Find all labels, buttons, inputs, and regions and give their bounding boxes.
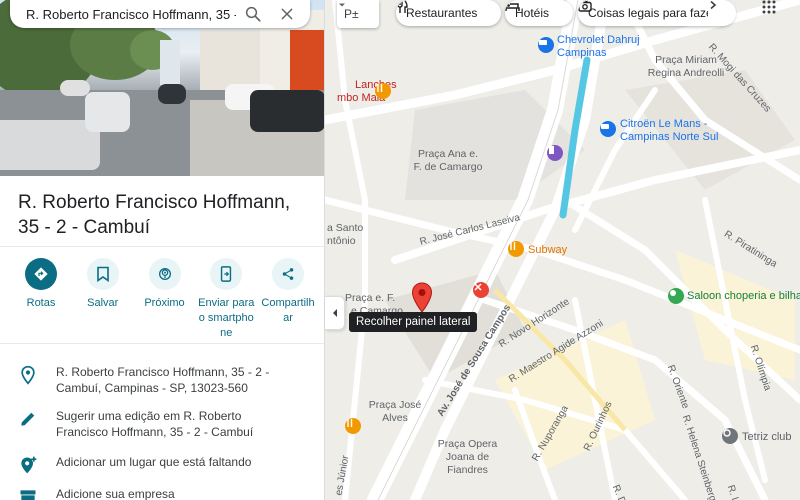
bar-pin[interactable] [668,288,684,304]
fork-knife-icon [377,84,383,92]
nearby-button[interactable]: Próximo [136,258,194,341]
search-icon [245,6,261,22]
pencil-icon [21,412,35,426]
restaurant-pin[interactable] [508,241,524,257]
place-title: R. Roberto Francisco Hoffmann, 35 - 2 - … [18,192,291,238]
praca-miriam-label: Praça Miriam Regina Andreolli [647,54,725,79]
send-to-phone-icon [221,266,232,282]
location-marker-icon[interactable] [411,282,433,314]
subway-label[interactable]: Subway [528,244,567,257]
restaurant-pin[interactable] [345,418,361,434]
shopping-pin[interactable] [473,282,489,298]
shopping-icon [474,283,482,291]
dropdown-icon [339,3,345,7]
nearby-icon [158,268,171,280]
praca-jose-label: Praça José Alves [368,399,422,424]
tetriz-label[interactable]: Tetriz club [742,431,792,444]
club-icon [723,429,731,437]
business-icon [20,490,36,500]
tooltip: Recolher painel lateral [349,312,478,332]
send-to-phone-button[interactable]: Enviar para o smartphone [197,258,255,341]
location-pin-icon [21,365,35,385]
map-canvas[interactable]: R. Mogi das Cruzes R. José Carlos Laseiv… [325,0,800,500]
add-location-icon [21,456,37,474]
chip-restaurants[interactable]: Restaurantes [396,0,501,26]
add-business-text: Adicione sua empresa [56,487,175,500]
fork-knife-icon [510,242,516,250]
address-row[interactable]: R. Roberto Francisco Hoffmann, 35 - 2 - … [0,364,324,396]
collapse-panel-button[interactable] [325,296,345,330]
add-place-text: Adicionar um lugar que está faltando [56,455,252,469]
apps-grid-icon [762,0,776,14]
praca-e-label: Praça e. F. [345,292,396,304]
bookmark-icon [96,266,109,282]
chips-next-button[interactable] [708,0,736,26]
divider [0,246,324,247]
search-box [10,0,310,28]
layers-button[interactable]: P± [337,0,379,28]
fuel-icon [549,146,554,154]
suggest-edit-text: Sugerir uma edição em R. Roberto Francis… [56,409,254,439]
add-business-row[interactable]: Adicione sua empresa [0,486,324,500]
share-button[interactable]: Compartilhar [259,258,317,341]
saloon-label[interactable]: Saloon choperia e bilha [687,290,800,303]
chip-hotels[interactable]: Hotéis [505,0,573,26]
citroen-label[interactable]: Citroën Le Mans - Campinas Norte Sul [620,118,730,144]
search-button[interactable] [236,0,270,28]
save-label: Salvar [87,297,119,309]
restaurant-pin[interactable] [375,83,391,99]
antonio-label: ntônio [327,235,356,247]
praca-opera-label: Praça Opera Joana de Fiandres [437,438,498,476]
caret-left-icon [332,309,337,317]
camera-icon [578,0,592,12]
close-icon [281,8,293,20]
save-button[interactable]: Salvar [74,258,132,341]
directions-icon [34,267,48,281]
apps-button[interactable] [762,0,790,22]
car-dealer-pin[interactable] [600,121,616,137]
santo-label: a Santo [327,222,364,234]
car-dealer-pin[interactable] [538,37,554,53]
divider [0,343,324,344]
praca-ana-label: Praça Ana e. F. de Camargo [413,148,483,173]
directions-label: Rotas [26,297,56,309]
fuel-pin[interactable] [547,145,563,161]
chip-label: Restaurantes [406,6,478,20]
chevron-right-icon [710,0,717,10]
clear-search-button[interactable] [270,0,304,28]
share-icon [282,268,294,280]
restaurant-icon [397,0,408,13]
hotel-icon [505,1,520,11]
search-input[interactable] [26,6,236,22]
car-icon [601,124,609,129]
add-place-row[interactable]: Adicionar um lugar que está faltando [0,454,324,475]
nearby-label: Próximo [144,297,185,309]
club-pin[interactable] [722,428,738,444]
chip-label: Hotéis [515,6,550,20]
side-panel: R. Roberto Francisco Hoffmann, 35 - 2 - … [0,0,325,500]
suggest-edit-row[interactable]: Sugerir uma edição em R. Roberto Francis… [0,408,324,440]
action-bar: Rotas Salvar Próximo Enviar para o smart… [12,258,317,341]
fork-knife-icon [347,419,353,427]
address-text: R. Roberto Francisco Hoffmann, 35 - 2 - … [56,365,270,395]
chevrolet-label[interactable]: Chevrolet Dahruj Campinas [557,34,657,60]
directions-button[interactable]: Rotas [12,258,70,341]
send-to-phone-label: Enviar para o smartphone [198,297,255,339]
chip-label: Coisas legais para fazer [588,6,717,20]
bar-icon [670,290,676,296]
car-icon [539,40,547,45]
share-label: Compartilhar [261,297,315,324]
